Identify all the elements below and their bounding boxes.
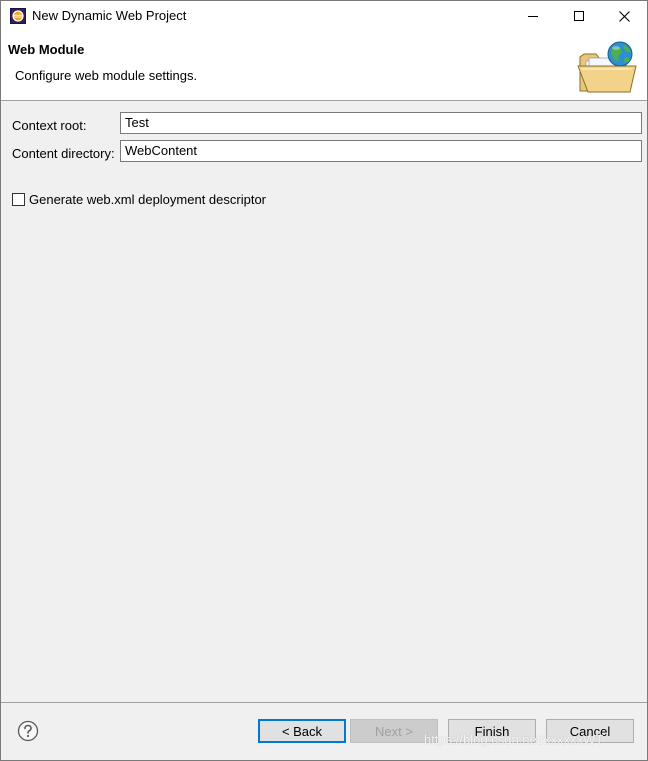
generate-descriptor-label[interactable]: Generate web.xml deployment descriptor <box>29 192 266 207</box>
minimize-icon <box>528 16 538 17</box>
wizard-header: Web Module Configure web module settings… <box>1 31 647 101</box>
title-bar: New Dynamic Web Project <box>1 1 647 31</box>
help-icon[interactable] <box>17 720 39 742</box>
next-button: Next > <box>350 719 438 743</box>
maximize-button[interactable] <box>556 1 602 31</box>
back-button[interactable]: < Back <box>258 719 346 743</box>
finish-button[interactable]: Finish <box>448 719 536 743</box>
context-root-input[interactable] <box>120 112 642 134</box>
context-root-label: Context root: <box>12 118 87 133</box>
dialog-window: New Dynamic Web Project Web Module Confi… <box>0 0 648 761</box>
window-title: New Dynamic Web Project <box>32 8 187 23</box>
generate-descriptor-checkbox[interactable] <box>12 193 25 206</box>
web-folder-globe-icon <box>577 41 637 93</box>
page-title: Web Module <box>8 42 85 57</box>
content-directory-label: Content directory: <box>12 146 115 161</box>
cancel-button[interactable]: Cancel <box>546 719 634 743</box>
footer-divider <box>1 702 647 703</box>
content-directory-input[interactable] <box>120 140 642 162</box>
close-button[interactable] <box>601 1 647 31</box>
eclipse-app-icon <box>10 8 26 24</box>
minimize-button[interactable] <box>510 1 556 31</box>
page-description: Configure web module settings. <box>15 68 198 83</box>
generate-descriptor-option[interactable]: Generate web.xml deployment descriptor <box>12 192 266 207</box>
close-icon <box>618 10 630 22</box>
maximize-icon <box>574 11 584 21</box>
